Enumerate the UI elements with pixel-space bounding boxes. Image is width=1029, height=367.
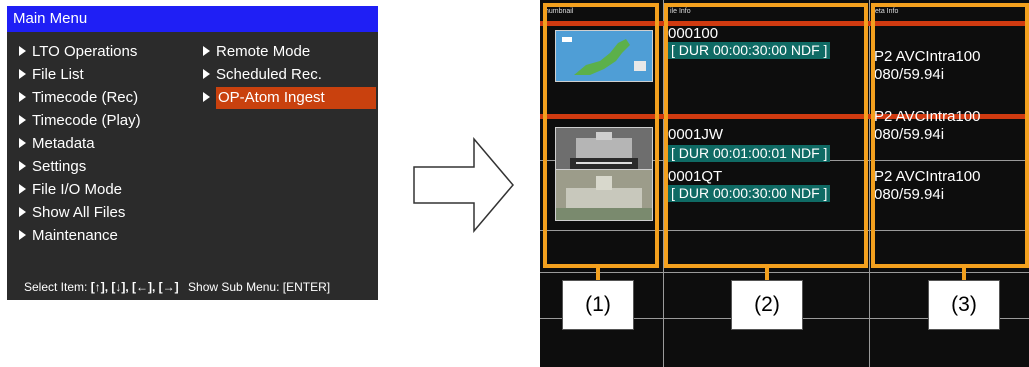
key-hint-bar: Select Item: [↑], [↓], [←], [→] Show Sub… xyxy=(24,280,330,294)
callout-box-thumbnail xyxy=(543,3,659,268)
arrow-keys-label: [↑], [↓], [←], [→] xyxy=(90,280,179,294)
triangle-right-icon xyxy=(19,184,26,195)
menu-item-metadata[interactable]: Metadata xyxy=(19,133,95,155)
select-item-label: Select Item: xyxy=(24,280,88,294)
callout-label-1: (1) xyxy=(562,280,634,330)
menu-item-settings[interactable]: Settings xyxy=(19,156,86,178)
show-submenu-label: Show Sub Menu: [ENTER] xyxy=(188,280,331,294)
callout-connector xyxy=(765,268,769,280)
triangle-right-icon xyxy=(19,207,26,218)
column-divider xyxy=(869,0,870,367)
menu-item-remote-mode[interactable]: Remote Mode xyxy=(203,41,310,63)
callout-connector xyxy=(962,268,966,280)
clip-list-panel: humbnail ile Info eta Info 000100 [ DUR … xyxy=(540,0,1029,367)
callout-label-2: (2) xyxy=(731,280,803,330)
row-separator xyxy=(540,272,1029,273)
triangle-right-icon xyxy=(203,92,210,103)
triangle-right-icon xyxy=(19,115,26,126)
triangle-right-icon xyxy=(19,92,26,103)
triangle-right-icon xyxy=(19,46,26,57)
menu-item-scheduled-rec[interactable]: Scheduled Rec. xyxy=(203,64,322,86)
triangle-right-icon xyxy=(203,69,210,80)
menu-item-timecode-play[interactable]: Timecode (Play) xyxy=(19,110,141,132)
menu-item-op-atom-ingest[interactable]: OP-Atom Ingest xyxy=(203,87,376,109)
triangle-right-icon xyxy=(203,46,210,57)
callout-connector xyxy=(596,268,600,280)
callout-box-meta-info xyxy=(871,3,1029,268)
menu-item-lto-operations[interactable]: LTO Operations xyxy=(19,41,137,63)
triangle-right-icon xyxy=(19,69,26,80)
triangle-right-icon xyxy=(19,161,26,172)
menu-item-timecode-rec[interactable]: Timecode (Rec) xyxy=(19,87,138,109)
menu-item-file-io-mode[interactable]: File I/O Mode xyxy=(19,179,122,201)
triangle-right-icon xyxy=(19,138,26,149)
menu-item-show-all-files[interactable]: Show All Files xyxy=(19,202,125,224)
callout-box-file-info xyxy=(664,3,868,268)
main-menu-title: Main Menu xyxy=(7,6,378,32)
main-menu-panel: Main Menu LTO Operations File List Timec… xyxy=(7,6,378,300)
triangle-right-icon xyxy=(19,230,26,241)
menu-item-file-list[interactable]: File List xyxy=(19,64,84,86)
callout-label-3: (3) xyxy=(928,280,1000,330)
menu-item-maintenance[interactable]: Maintenance xyxy=(19,225,118,247)
right-arrow-icon xyxy=(413,137,514,233)
